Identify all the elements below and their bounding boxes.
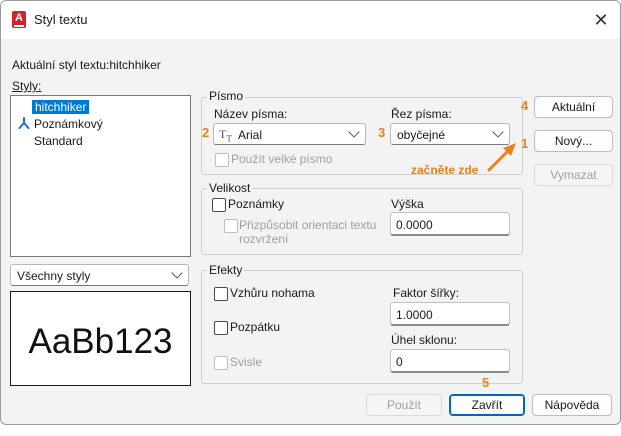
match-orientation-checkbox[interactable] bbox=[224, 219, 238, 233]
truetype-font-icon: TT bbox=[219, 127, 232, 144]
effects-group-title: Efekty bbox=[207, 263, 245, 277]
font-name-dropdown[interactable]: TT Arial bbox=[213, 123, 366, 145]
match-orientation-line2: rozvržení bbox=[239, 232, 289, 246]
oblique-angle-label: Úhel sklonu: bbox=[391, 333, 458, 347]
height-input[interactable]: 0.0000 bbox=[390, 212, 510, 236]
current-style-label: Aktuální styl textu:hitchhiker bbox=[12, 58, 161, 72]
autocad-app-icon: A bbox=[12, 11, 26, 28]
vertical-label: Svisle bbox=[230, 355, 263, 369]
preview-box: AaBb123 bbox=[10, 291, 191, 386]
title-bar: A Styl textu ✕ bbox=[1, 1, 620, 39]
styles-label: Styly: bbox=[12, 79, 42, 93]
style-item-label: Standard bbox=[34, 134, 83, 148]
width-factor-label: Faktor šířky: bbox=[393, 286, 460, 300]
annotation-number-3: 3 bbox=[378, 125, 386, 140]
help-button[interactable]: Nápověda bbox=[532, 394, 612, 416]
use-bigfont-checkbox[interactable] bbox=[215, 153, 229, 167]
annotative-label: Poznámky bbox=[228, 197, 285, 211]
apply-button[interactable]: Použít bbox=[366, 394, 442, 416]
match-orientation-label: Přizpůsobit orientaci textu rozvržení bbox=[239, 218, 376, 246]
close-icon[interactable]: ✕ bbox=[590, 9, 612, 31]
list-item[interactable]: Standard bbox=[34, 134, 83, 149]
annotation-number-2: 2 bbox=[202, 125, 210, 140]
font-name-value: Arial bbox=[238, 128, 263, 142]
styles-filter-dropdown[interactable]: Všechny styly bbox=[10, 264, 189, 286]
chevron-down-icon bbox=[348, 126, 360, 138]
font-style-value: obyčejné bbox=[397, 128, 446, 142]
use-bigfont-label: Použít velké písmo bbox=[231, 152, 333, 166]
close-button[interactable]: Zavřít bbox=[449, 394, 525, 416]
size-group-title: Velikost bbox=[207, 181, 253, 195]
annotative-checkbox[interactable] bbox=[212, 198, 226, 212]
new-style-button[interactable]: Nový... bbox=[534, 130, 613, 152]
upside-down-label: Vzhůru nohama bbox=[230, 286, 315, 300]
annotation-number-4: 4 bbox=[521, 98, 529, 113]
style-item-label: Poznámkový bbox=[34, 117, 103, 131]
oblique-angle-input[interactable]: 0 bbox=[390, 349, 510, 373]
height-label: Výška bbox=[391, 197, 424, 211]
vertical-checkbox[interactable] bbox=[214, 356, 228, 370]
styles-filter-value: Všechny styly bbox=[17, 269, 91, 283]
delete-style-button[interactable]: Vymazat bbox=[534, 164, 613, 186]
styles-list[interactable]: hitchhiker Poznámkový Standard bbox=[10, 95, 191, 257]
height-value: 0.0000 bbox=[396, 218, 433, 232]
font-style-label: Řez písma: bbox=[391, 107, 452, 121]
annotation-number-1: 1 bbox=[521, 136, 529, 151]
backwards-label: Pozpátku bbox=[230, 320, 281, 334]
list-item[interactable]: hitchhiker bbox=[30, 99, 91, 115]
match-orientation-line1: Přizpůsobit orientaci textu bbox=[239, 218, 377, 232]
width-factor-value: 1.0000 bbox=[396, 308, 433, 322]
list-item[interactable]: Poznámkový bbox=[18, 117, 103, 132]
oblique-angle-value: 0 bbox=[396, 355, 403, 369]
text-style-dialog: A Styl textu ✕ Aktuální styl textu:hitch… bbox=[0, 0, 621, 425]
chevron-down-icon bbox=[492, 126, 504, 138]
annotative-icon bbox=[18, 117, 30, 129]
start-here-annotation: začněte zde bbox=[411, 163, 479, 177]
chevron-down-icon bbox=[171, 267, 183, 279]
arrow-annotation-icon bbox=[487, 143, 516, 172]
font-name-label: Název písma: bbox=[214, 107, 288, 121]
set-current-button[interactable]: Aktuální bbox=[534, 96, 613, 118]
annotation-number-5: 5 bbox=[482, 375, 490, 390]
backwards-checkbox[interactable] bbox=[214, 321, 228, 335]
width-factor-input[interactable]: 1.0000 bbox=[390, 302, 510, 326]
window-title: Styl textu bbox=[34, 12, 88, 27]
font-group-title: Písmo bbox=[207, 89, 246, 103]
style-item-label: hitchhiker bbox=[30, 99, 91, 115]
preview-sample-text: AaBb123 bbox=[28, 322, 173, 361]
upside-down-checkbox[interactable] bbox=[214, 287, 228, 301]
